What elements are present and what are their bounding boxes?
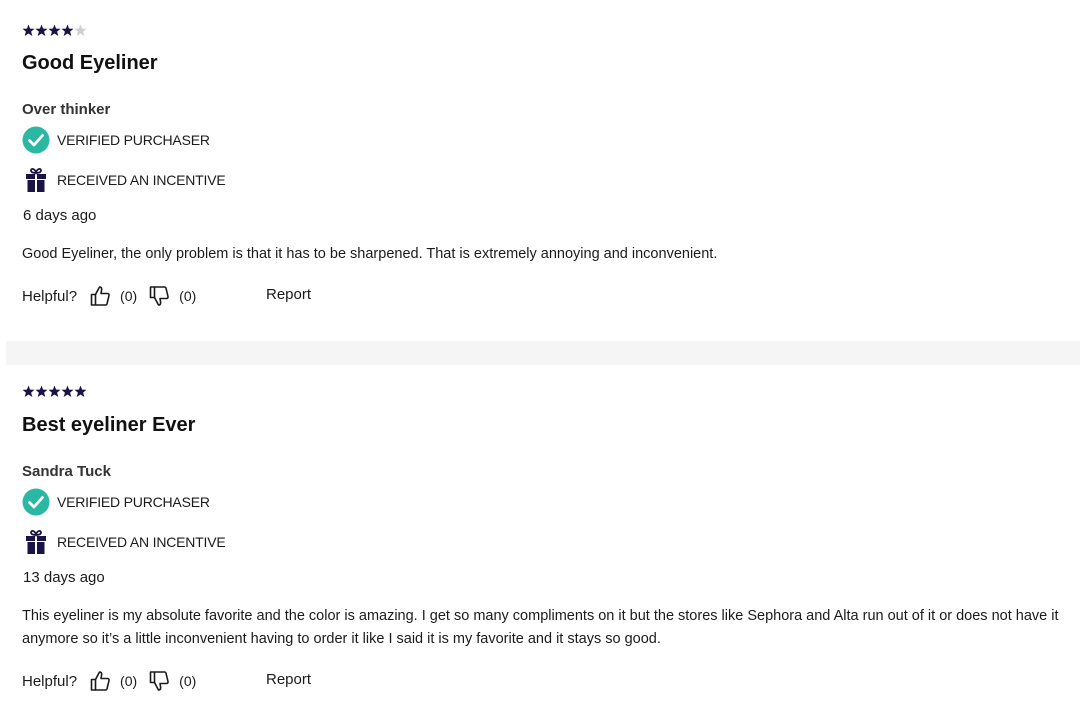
helpful-label: Helpful? <box>22 287 78 305</box>
gift-icon <box>22 166 50 194</box>
downvote-button[interactable]: (0) <box>148 670 196 692</box>
check-circle-icon <box>22 126 50 154</box>
star-filled-icon <box>61 24 74 36</box>
review-body: This eyeliner is my absolute favorite an… <box>22 608 1059 647</box>
review-title: Best eyeliner Ever <box>22 414 196 436</box>
check-circle-icon <box>22 488 50 516</box>
star-filled-icon <box>35 385 48 397</box>
star-filled-icon <box>48 24 61 36</box>
incentive-badge: RECEIVED AN INCENTIVE <box>22 166 226 194</box>
downvote-button[interactable]: (0) <box>148 285 196 307</box>
thumbs-down-icon <box>148 670 170 692</box>
star-rating <box>22 385 87 401</box>
report-link[interactable]: Report <box>266 286 311 303</box>
downvote-count: (0) <box>179 288 197 304</box>
thumbs-up-icon <box>89 285 111 307</box>
review-author: Over thinker <box>22 101 111 118</box>
incentive-badge: RECEIVED AN INCENTIVE <box>22 528 226 556</box>
review-title: Good Eyeliner <box>22 52 158 74</box>
upvote-button[interactable]: (0) <box>89 285 137 307</box>
helpful-row: Helpful? (0) (0) <box>22 283 196 309</box>
verified-purchaser-badge: VERIFIED PURCHASER <box>22 126 210 154</box>
verified-purchaser-label: VERIFIED PURCHASER <box>57 132 210 148</box>
review-date: 6 days ago <box>23 207 97 224</box>
upvote-button[interactable]: (0) <box>89 670 137 692</box>
helpful-row: Helpful? (0) (0) <box>22 668 196 694</box>
star-filled-icon <box>22 385 35 397</box>
thumbs-up-icon <box>89 670 111 692</box>
star-filled-icon <box>74 385 87 397</box>
incentive-label: RECEIVED AN INCENTIVE <box>57 534 226 550</box>
downvote-count: (0) <box>179 673 197 689</box>
helpful-label: Helpful? <box>22 672 78 690</box>
incentive-label: RECEIVED AN INCENTIVE <box>57 172 226 188</box>
review-date: 13 days ago <box>23 569 105 586</box>
review-divider <box>6 341 1080 365</box>
star-filled-icon <box>35 24 48 36</box>
gift-icon <box>22 528 50 556</box>
report-link[interactable]: Report <box>266 671 311 688</box>
star-filled-icon <box>61 385 74 397</box>
review-card: Good Eyeliner Over thinker VERIFIED PURC… <box>0 0 1080 341</box>
review-body: Good Eyeliner, the only problem is that … <box>22 246 718 262</box>
thumbs-down-icon <box>148 285 170 307</box>
star-rating <box>22 24 87 40</box>
star-empty-icon <box>74 24 87 36</box>
star-filled-icon <box>48 385 61 397</box>
upvote-count: (0) <box>120 673 138 689</box>
verified-purchaser-label: VERIFIED PURCHASER <box>57 494 210 510</box>
review-author: Sandra Tuck <box>22 463 111 480</box>
upvote-count: (0) <box>120 288 138 304</box>
review-card: Best eyeliner Ever Sandra Tuck VERIFIED … <box>0 365 1080 702</box>
star-filled-icon <box>22 24 35 36</box>
verified-purchaser-badge: VERIFIED PURCHASER <box>22 488 210 516</box>
